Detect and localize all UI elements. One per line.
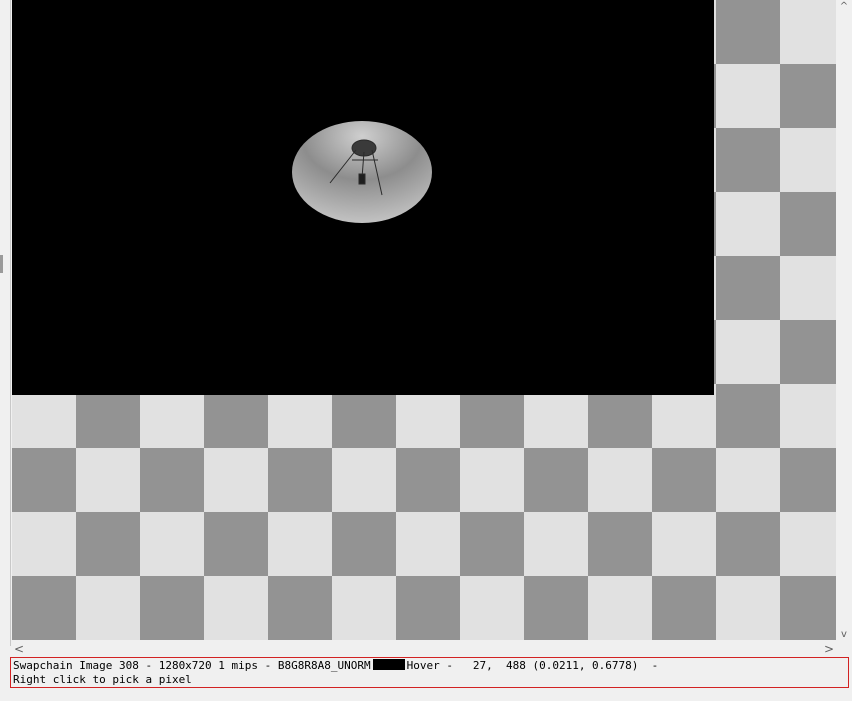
status-panel: Swapchain Image 308 - 1280x720 1 mips - … (10, 657, 849, 688)
scroll-up-arrow-icon[interactable]: ^ (836, 0, 852, 14)
vertical-scrollbar[interactable]: ^ v (836, 0, 852, 644)
status-hint: Right click to pick a pixel (13, 673, 192, 686)
scroll-left-arrow-icon[interactable]: < (12, 642, 26, 656)
scroll-right-arrow-icon[interactable]: > (822, 642, 836, 656)
swapchain-image[interactable] (12, 0, 714, 395)
horizontal-scrollbar[interactable]: < > (12, 642, 836, 656)
horizontal-scroll-thumb[interactable] (26, 643, 822, 655)
texture-info: Swapchain Image 308 - 1280x720 1 mips - … (13, 659, 371, 672)
splitter-grip[interactable] (0, 255, 3, 273)
hover-label: Hover - (406, 659, 453, 672)
status-line-texture: Swapchain Image 308 - 1280x720 1 mips - … (13, 659, 658, 673)
left-panel-edge (0, 0, 11, 646)
scroll-down-arrow-icon[interactable]: v (836, 628, 852, 642)
rendered-scene (292, 121, 432, 223)
texture-viewport[interactable] (12, 0, 836, 640)
hover-coordinates: 27, 488 (0.0211, 0.6778) - (452, 659, 659, 672)
pixel-color-swatch (372, 659, 405, 670)
